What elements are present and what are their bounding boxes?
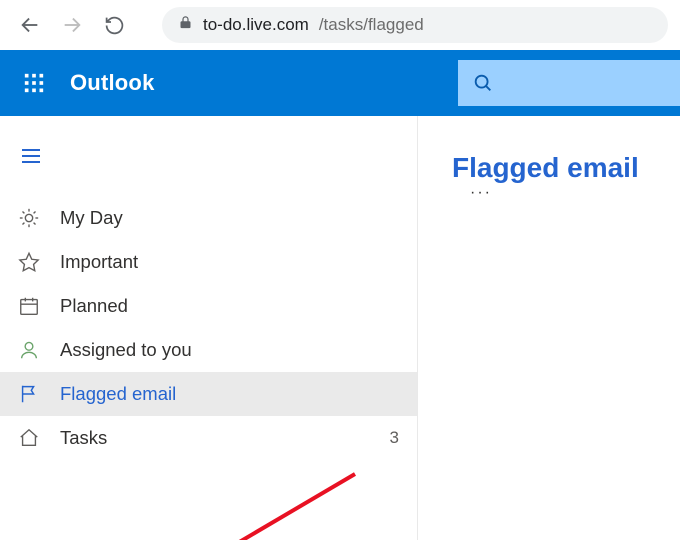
sidebar: My Day Important Planned Assigned to you (0, 116, 418, 540)
reload-button[interactable] (96, 7, 132, 43)
app-header: Outlook (0, 50, 680, 116)
search-icon (472, 72, 494, 94)
sidebar-item-label: Flagged email (60, 383, 176, 405)
brand-label: Outlook (70, 70, 155, 96)
arrow-right-icon (61, 14, 83, 36)
main-pane: Flagged email ··· (418, 116, 680, 540)
sidebar-item-tasks[interactable]: Tasks 3 (0, 416, 417, 460)
reload-icon (104, 15, 125, 36)
sidebar-list: My Day Important Planned Assigned to you (0, 196, 417, 460)
more-options-button[interactable]: ··· (470, 184, 492, 202)
star-icon (16, 249, 42, 275)
page-title: Flagged email (452, 152, 639, 184)
sidebar-item-label: Assigned to you (60, 339, 192, 361)
sidebar-toggle[interactable] (0, 116, 56, 196)
sidebar-item-flagged-email[interactable]: Flagged email (0, 372, 417, 416)
hamburger-icon (19, 144, 43, 168)
sidebar-item-important[interactable]: Important (0, 240, 417, 284)
back-button[interactable] (12, 7, 48, 43)
sidebar-item-label: My Day (60, 207, 123, 229)
waffle-icon (23, 72, 45, 94)
url-path: /tasks/flagged (319, 15, 424, 35)
sidebar-item-label: Important (60, 251, 138, 273)
home-icon (16, 425, 42, 451)
sidebar-item-assigned[interactable]: Assigned to you (0, 328, 417, 372)
sidebar-item-label: Tasks (60, 427, 107, 449)
sidebar-item-my-day[interactable]: My Day (0, 196, 417, 240)
url-host: to-do.live.com (203, 15, 309, 35)
browser-toolbar: to-do.live.com/tasks/flagged (0, 0, 680, 50)
lock-icon (178, 15, 193, 35)
search-box[interactable] (458, 60, 680, 106)
sidebar-item-label: Planned (60, 295, 128, 317)
arrow-left-icon (19, 14, 41, 36)
calendar-icon (16, 293, 42, 319)
forward-button[interactable] (54, 7, 90, 43)
flag-icon (16, 381, 42, 407)
address-bar[interactable]: to-do.live.com/tasks/flagged (162, 7, 668, 43)
sidebar-item-planned[interactable]: Planned (0, 284, 417, 328)
sun-icon (16, 205, 42, 231)
app-launcher-button[interactable] (10, 59, 58, 107)
person-icon (16, 337, 42, 363)
sidebar-item-count: 3 (390, 428, 399, 448)
